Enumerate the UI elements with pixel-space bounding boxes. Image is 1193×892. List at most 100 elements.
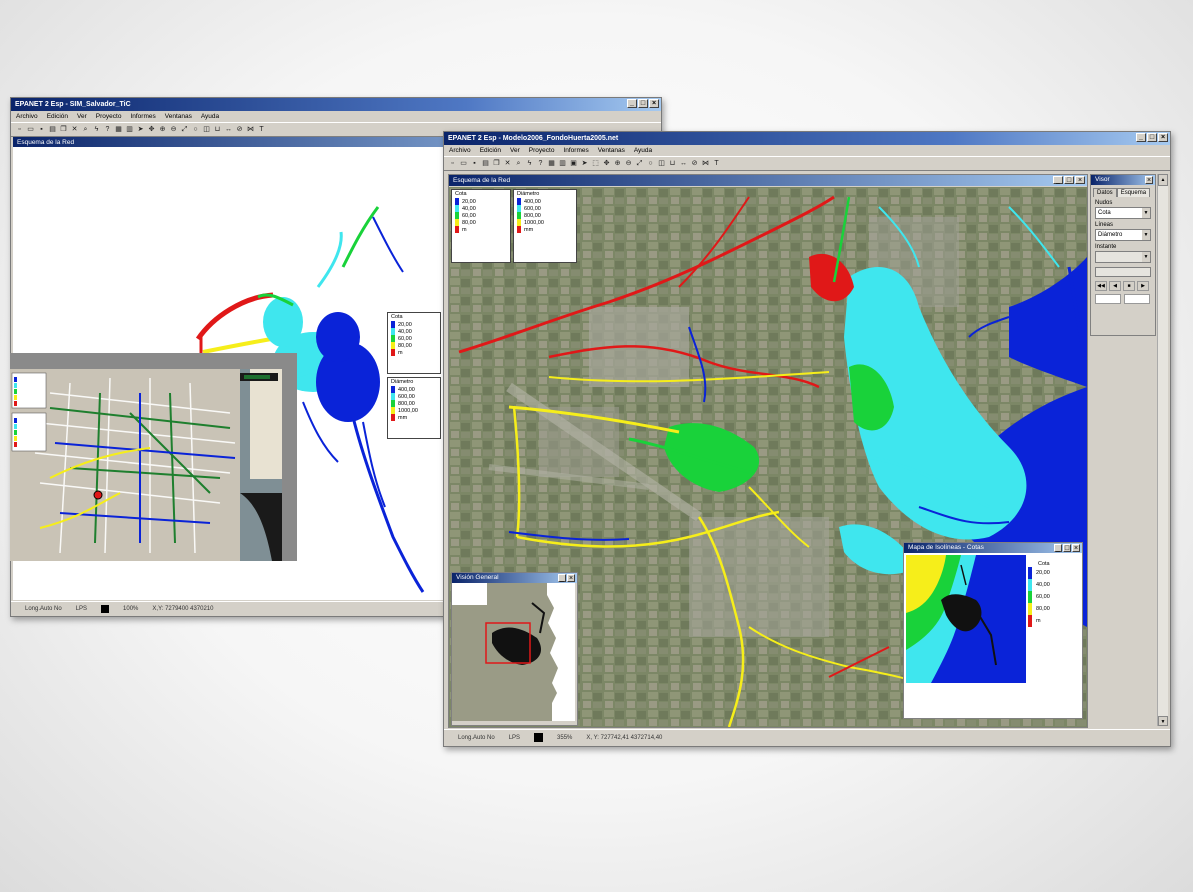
query-icon[interactable]: ?	[103, 125, 112, 134]
print-icon[interactable]: ▤	[48, 125, 57, 134]
front-window-titlebar[interactable]: EPANET 2 Esp - Modelo2006_FondoHuerta200…	[444, 132, 1170, 145]
delete-icon[interactable]: ✕	[503, 159, 512, 168]
overview-titlebar[interactable]: Visión General _ ×	[452, 573, 577, 583]
menu-ventanas[interactable]: Ventanas	[165, 111, 192, 122]
maximize-button[interactable]: □	[1064, 176, 1074, 184]
contour-plot[interactable]	[906, 555, 1026, 683]
maximize-button[interactable]: □	[1063, 544, 1071, 552]
print-icon[interactable]: ▤	[481, 159, 490, 168]
table-icon[interactable]: ▥	[125, 125, 134, 134]
close-button[interactable]: ×	[1145, 176, 1153, 184]
full-extent-icon[interactable]: ⤢	[180, 125, 189, 134]
delete-icon[interactable]: ✕	[70, 125, 79, 134]
run-icon[interactable]: ϟ	[92, 125, 101, 134]
close-button[interactable]: ×	[567, 574, 575, 582]
text-icon[interactable]: T	[712, 159, 721, 168]
run-icon[interactable]: ϟ	[525, 159, 534, 168]
valve-icon[interactable]: ⋈	[701, 159, 710, 168]
graph-icon[interactable]: ▦	[547, 159, 556, 168]
save-icon[interactable]: ▪	[470, 159, 479, 168]
maximize-button[interactable]: □	[1147, 133, 1157, 142]
scroll-down-icon[interactable]: ▼	[1158, 716, 1168, 726]
chevron-down-icon[interactable]: ▼	[1142, 252, 1150, 262]
options-icon[interactable]: ▣	[569, 159, 578, 168]
stop-button[interactable]: ■	[1123, 281, 1135, 291]
text-icon[interactable]: T	[257, 125, 266, 134]
main-vertical-scrollbar[interactable]: ▲ ▼	[1157, 174, 1168, 726]
nodes-select[interactable]: Cota ▼	[1095, 207, 1151, 219]
query-icon[interactable]: ?	[536, 159, 545, 168]
tank-icon[interactable]: ⊔	[668, 159, 677, 168]
pipe-icon[interactable]: ↔	[679, 159, 688, 168]
new-file-icon[interactable]: ▫	[448, 159, 457, 168]
menu-archivo[interactable]: Archivo	[16, 111, 38, 122]
tab-datos[interactable]: Datos	[1093, 188, 1117, 197]
menu-informes[interactable]: Informes	[563, 145, 588, 156]
back-button[interactable]: ◀	[1109, 281, 1121, 291]
tab-esquema[interactable]: Esquema	[1116, 188, 1151, 197]
minimize-button[interactable]: _	[627, 99, 637, 108]
open-folder-icon[interactable]: ▭	[26, 125, 35, 134]
scroll-up-icon[interactable]: ▲	[1158, 174, 1168, 186]
junction-icon[interactable]: ○	[191, 125, 200, 134]
menu-ver[interactable]: Ver	[77, 111, 87, 122]
table-icon[interactable]: ▥	[558, 159, 567, 168]
close-button[interactable]: ×	[1072, 544, 1080, 552]
select-arrow-icon[interactable]: ➤	[580, 159, 589, 168]
minimize-button[interactable]: _	[1054, 544, 1062, 552]
zoom-out-icon[interactable]: ⊖	[169, 125, 178, 134]
minimize-button[interactable]: _	[558, 574, 566, 582]
speed-field[interactable]	[1095, 294, 1121, 304]
full-extent-icon[interactable]: ⤢	[635, 159, 644, 168]
front-network-map[interactable]: Cota 20,00 40,00 60,00 80,00 m Diámetro …	[449, 187, 1087, 727]
contour-titlebar[interactable]: Mapa de Isolíneas - Cotas _ □ ×	[904, 543, 1082, 553]
menu-proyecto[interactable]: Proyecto	[529, 145, 555, 156]
browser-titlebar[interactable]: Visor ×	[1091, 175, 1155, 185]
menu-ventanas[interactable]: Ventanas	[598, 145, 625, 156]
open-folder-icon[interactable]: ▭	[459, 159, 468, 168]
copy-icon[interactable]: ❐	[59, 125, 68, 134]
front-map-titlebar[interactable]: Esquema de la Red _ □ ×	[449, 175, 1087, 186]
menu-ayuda[interactable]: Ayuda	[201, 111, 219, 122]
zoom-out-icon[interactable]: ⊖	[624, 159, 633, 168]
graph-icon[interactable]: ▦	[114, 125, 123, 134]
links-select[interactable]: Diámetro ▼	[1095, 229, 1151, 241]
pan-icon[interactable]: ✥	[147, 125, 156, 134]
rewind-button[interactable]: ◀◀	[1095, 281, 1107, 291]
menu-ver[interactable]: Ver	[510, 145, 520, 156]
maximize-button[interactable]: □	[638, 99, 648, 108]
pump-icon[interactable]: ⊘	[690, 159, 699, 168]
reservoir-icon[interactable]: ◫	[202, 125, 211, 134]
menu-ayuda[interactable]: Ayuda	[634, 145, 652, 156]
menu-edicion[interactable]: Edición	[47, 111, 68, 122]
close-button[interactable]: ×	[649, 99, 659, 108]
minimize-button[interactable]: _	[1053, 176, 1063, 184]
select-arrow-icon[interactable]: ➤	[136, 125, 145, 134]
time-select[interactable]: ▼	[1095, 251, 1151, 263]
pan-icon[interactable]: ✥	[602, 159, 611, 168]
forward-button[interactable]: ▶	[1137, 281, 1149, 291]
copy-icon[interactable]: ❐	[492, 159, 501, 168]
chevron-down-icon[interactable]: ▼	[1142, 230, 1150, 240]
pump-icon[interactable]: ⊘	[235, 125, 244, 134]
zoom-in-icon[interactable]: ⊕	[613, 159, 622, 168]
find-icon[interactable]: ⌕	[81, 125, 90, 134]
zoom-in-icon[interactable]: ⊕	[158, 125, 167, 134]
back-window-titlebar[interactable]: EPANET 2 Esp - SIM_Salvador_TiC _ □ ×	[11, 98, 661, 111]
overview-map-drawing[interactable]	[452, 583, 575, 721]
junction-icon[interactable]: ○	[646, 159, 655, 168]
menu-informes[interactable]: Informes	[130, 111, 155, 122]
chevron-down-icon[interactable]: ▼	[1142, 208, 1150, 218]
menu-archivo[interactable]: Archivo	[449, 145, 471, 156]
time-slider[interactable]	[1095, 267, 1151, 277]
pipe-icon[interactable]: ↔	[224, 125, 233, 134]
reservoir-icon[interactable]: ◫	[657, 159, 666, 168]
find-icon[interactable]: ⌕	[514, 159, 523, 168]
menu-edicion[interactable]: Edición	[480, 145, 501, 156]
new-file-icon[interactable]: ▫	[15, 125, 24, 134]
valve-icon[interactable]: ⋈	[246, 125, 255, 134]
tank-icon[interactable]: ⊔	[213, 125, 222, 134]
close-button[interactable]: ×	[1075, 176, 1085, 184]
speed-field-2[interactable]	[1124, 294, 1150, 304]
save-icon[interactable]: ▪	[37, 125, 46, 134]
